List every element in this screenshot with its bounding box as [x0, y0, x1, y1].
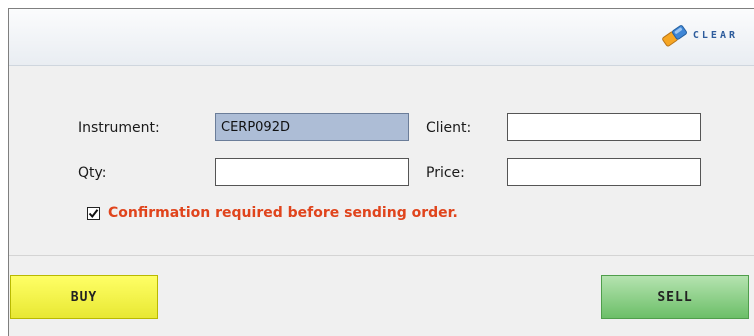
order-entry-panel: CLEAR Instrument: Client: Qty: Price: Co… [8, 8, 754, 336]
clear-button[interactable]: CLEAR [659, 23, 738, 47]
eraser-icon [659, 23, 689, 47]
clear-label: CLEAR [692, 29, 738, 41]
confirmation-row: Confirmation required before sending ord… [87, 205, 458, 221]
divider [9, 255, 754, 256]
qty-label: Qty: [78, 165, 107, 181]
confirmation-text: Confirmation required before sending ord… [108, 205, 458, 221]
instrument-input[interactable] [215, 113, 409, 141]
qty-input[interactable] [215, 158, 409, 186]
panel-header: CLEAR [9, 9, 754, 66]
buy-button[interactable]: BUY [10, 275, 158, 319]
confirmation-checkbox[interactable] [87, 204, 100, 223]
price-input[interactable] [507, 158, 701, 186]
instrument-label: Instrument: [78, 120, 160, 136]
checkmark-icon [88, 204, 99, 223]
client-input[interactable] [507, 113, 701, 141]
client-label: Client: [426, 120, 472, 136]
price-label: Price: [426, 165, 465, 181]
sell-button[interactable]: SELL [601, 275, 749, 319]
